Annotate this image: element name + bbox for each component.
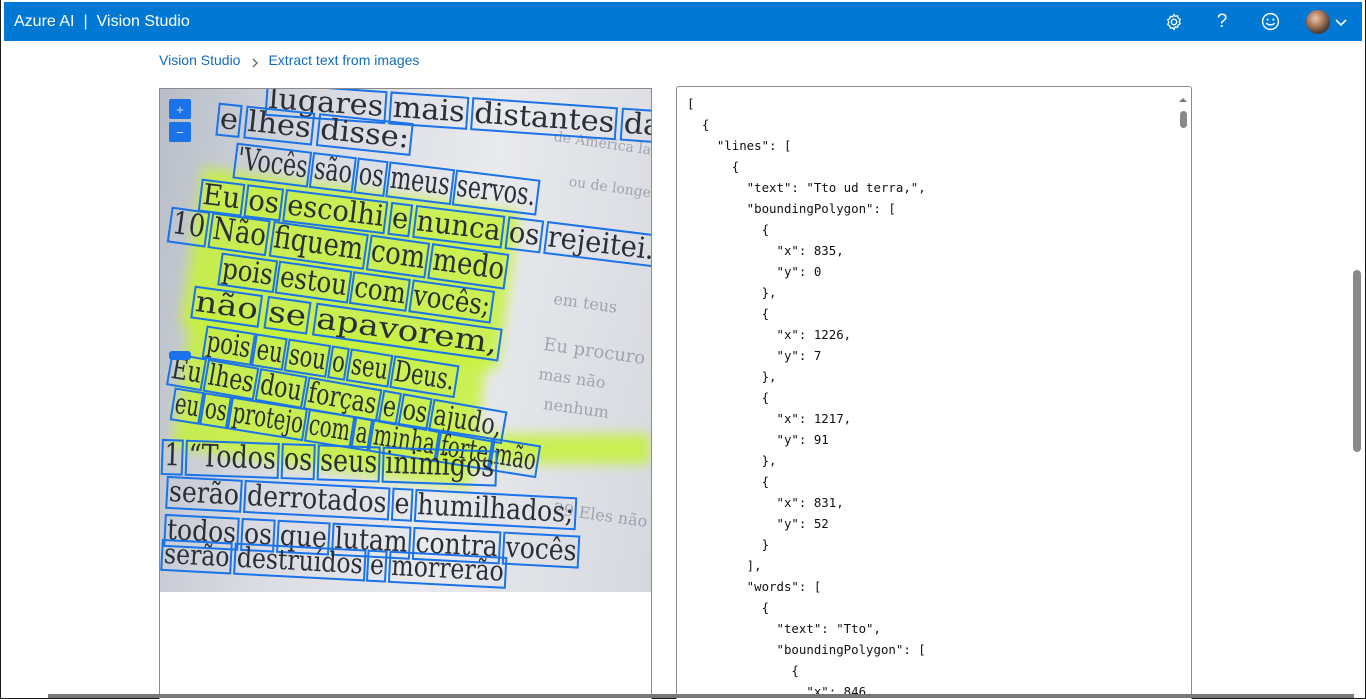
- header-actions: ?: [1138, 2, 1348, 41]
- json-code-line: {: [687, 390, 770, 405]
- json-scrollbar[interactable]: [1177, 91, 1189, 699]
- help-icon[interactable]: ?: [1210, 10, 1234, 34]
- json-code-line: "x": 835,: [687, 243, 844, 258]
- ocr-word-box[interactable]: [309, 152, 358, 193]
- zoom-out-label: −: [176, 124, 184, 140]
- json-code-line: },: [687, 285, 777, 300]
- brand-label: Azure AI: [14, 12, 75, 30]
- ocr-word-box[interactable]: [390, 487, 414, 523]
- ocr-word-box[interactable]: [504, 216, 545, 254]
- zoom-slider-handle[interactable]: [169, 351, 191, 360]
- json-code-line: {: [687, 159, 740, 174]
- ocr-result-image[interactable]: de América la ou de longe em teus Eu procur…: [160, 89, 652, 592]
- json-code-line: ],: [687, 558, 762, 573]
- ocr-word-box[interactable]: [353, 157, 389, 197]
- background-text: Eu procuro: [542, 334, 647, 370]
- ocr-word-box[interactable]: [316, 444, 381, 483]
- ocr-word-box[interactable]: [543, 221, 651, 268]
- json-code-line: "words": [: [687, 579, 822, 594]
- background-text: nenhum: [542, 394, 611, 422]
- chevron-down-icon[interactable]: [1334, 15, 1348, 29]
- json-code-line: [: [687, 96, 695, 111]
- ocr-word-box[interactable]: [169, 387, 205, 426]
- background-text: ou de longe: [567, 174, 652, 202]
- json-scroll-thumb[interactable]: [1180, 111, 1187, 128]
- bottom-scroll-track: [48, 694, 1354, 698]
- background-text: mas não: [537, 364, 607, 393]
- avatar[interactable]: [1306, 9, 1330, 34]
- ocr-word-box[interactable]: [165, 475, 243, 514]
- title-separator: |: [83, 12, 88, 30]
- ocr-word-box[interactable]: [184, 439, 280, 479]
- json-code-line: "x": 831,: [687, 495, 844, 510]
- ocr-word-box[interactable]: [366, 549, 388, 583]
- json-code-line: {: [687, 474, 770, 489]
- top-bar: Azure AI | Vision Studio ?: [4, 2, 1362, 41]
- breadcrumb: Vision Studio Extract text from images: [159, 52, 419, 68]
- zoom-out-button[interactable]: −: [169, 122, 191, 142]
- ocr-word-box[interactable]: [243, 479, 391, 521]
- ocr-word-box[interactable]: [233, 542, 367, 582]
- breadcrumb-current-link[interactable]: Extract text from images: [268, 52, 419, 68]
- ocr-word-box[interactable]: [215, 102, 243, 139]
- json-code-line: "text": "Tto",: [687, 621, 881, 636]
- page-scrollbar[interactable]: [1350, 42, 1362, 699]
- chevron-right-icon: [250, 55, 260, 68]
- json-code-line: "boundingPolygon": [: [687, 201, 896, 216]
- json-code-view: [ { "lines": [ { "text": "Tto ud terra,"…: [687, 93, 926, 699]
- ocr-word-box[interactable]: [166, 206, 211, 248]
- json-code-line: {: [687, 222, 770, 237]
- json-result-panel[interactable]: [ { "lines": [ { "text": "Tto ud terra,"…: [676, 86, 1192, 699]
- background-text: em teus: [552, 289, 619, 317]
- json-code-line: },: [687, 369, 777, 384]
- json-code-line: {: [687, 117, 710, 132]
- ocr-word-box[interactable]: [413, 488, 578, 531]
- json-code-line: }: [687, 537, 770, 552]
- ocr-word-box[interactable]: [263, 295, 312, 335]
- ocr-word-box[interactable]: [280, 443, 316, 480]
- ocr-word-box[interactable]: [387, 550, 508, 590]
- json-code-line: {: [687, 663, 799, 678]
- json-code-line: "text": "Tto ud terra,",: [687, 180, 926, 195]
- json-code-line: "x": 1217,: [687, 411, 852, 426]
- json-code-line: "y": 52: [687, 516, 829, 531]
- ocr-word-box[interactable]: [160, 438, 184, 476]
- help-glyph: ?: [1216, 10, 1228, 32]
- ocr-word-box[interactable]: [619, 107, 651, 144]
- json-code-line: "y": 91: [687, 432, 829, 447]
- json-code-line: "y": 0: [687, 264, 822, 279]
- page-scroll-thumb[interactable]: [1353, 270, 1361, 452]
- smiley-feedback-icon[interactable]: [1258, 10, 1282, 34]
- ocr-word-box[interactable]: [160, 538, 234, 575]
- json-code-line: "boundingPolygon": [: [687, 642, 926, 657]
- product-label: Vision Studio: [96, 12, 190, 30]
- gear-icon[interactable]: [1162, 10, 1186, 34]
- json-code-line: },: [687, 453, 777, 468]
- ocr-word-box[interactable]: [387, 201, 414, 238]
- scroll-up-icon[interactable]: [1177, 95, 1189, 105]
- json-code-line: "x": 1226,: [687, 327, 852, 342]
- zoom-in-label: +: [176, 101, 184, 117]
- json-code-line: {: [687, 600, 770, 615]
- json-code-line: {: [687, 306, 770, 321]
- breadcrumb-root-link[interactable]: Vision Studio: [159, 52, 240, 68]
- ocr-word-box[interactable]: [242, 105, 316, 146]
- ocr-word-box[interactable]: [501, 531, 581, 569]
- app-title[interactable]: Azure AI | Vision Studio: [14, 13, 190, 31]
- image-panel: de América la ou de longe em teus Eu procur…: [159, 88, 652, 699]
- ocr-word-box[interactable]: [381, 446, 498, 487]
- json-code-line: "lines": [: [687, 138, 792, 153]
- json-code-line: "y": 7: [687, 348, 822, 363]
- zoom-in-button[interactable]: +: [169, 99, 191, 119]
